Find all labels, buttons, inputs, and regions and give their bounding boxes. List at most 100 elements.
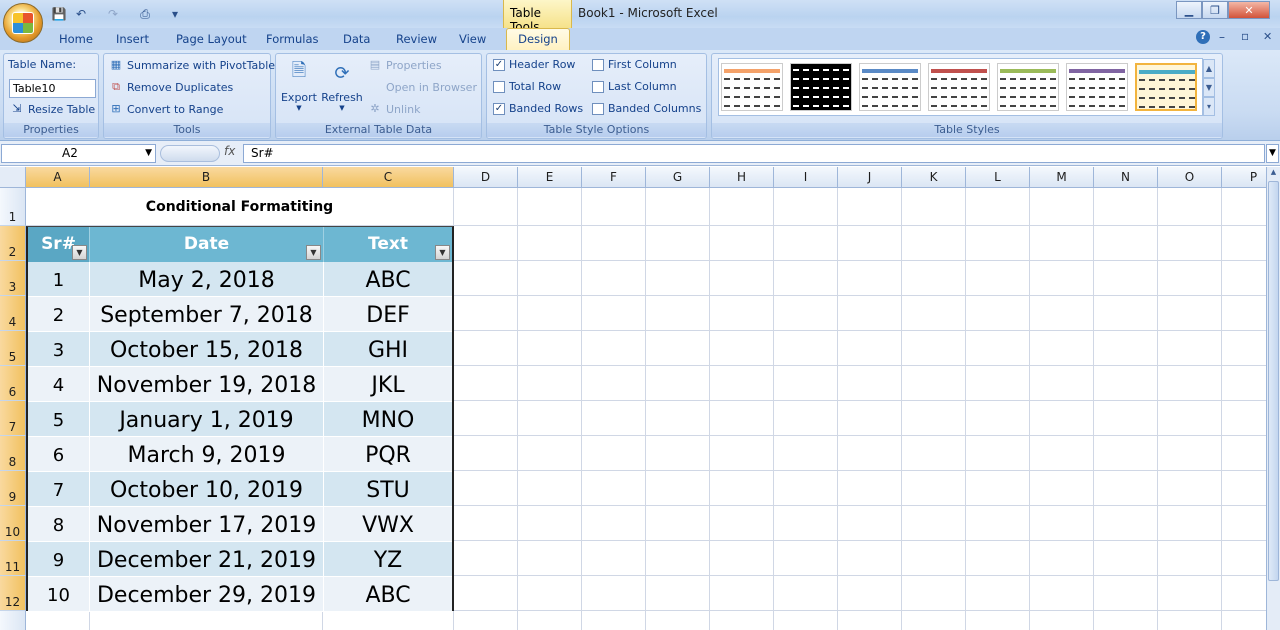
- banded-rows-checkbox[interactable]: ✓: [493, 102, 505, 115]
- last-column-checkbox[interactable]: [592, 80, 604, 93]
- header-cell-text[interactable]: Text ▼: [324, 227, 452, 262]
- ribbon-restore-button[interactable]: ▫: [1241, 29, 1249, 43]
- maximize-button[interactable]: ❐: [1202, 1, 1228, 19]
- table-cell-text[interactable]: ABC: [324, 262, 452, 297]
- row-header-13[interactable]: 13: [0, 611, 26, 630]
- formula-bar-handle[interactable]: [160, 145, 220, 162]
- save-icon[interactable]: 💾: [50, 5, 68, 23]
- table-cell-date[interactable]: October 15, 2018: [90, 332, 324, 367]
- table-cell-date[interactable]: September 7, 2018: [90, 297, 324, 332]
- row-header-5[interactable]: 5: [0, 331, 26, 366]
- table-cell-sr[interactable]: 7: [28, 472, 90, 507]
- column-header-k[interactable]: K: [902, 167, 966, 188]
- column-header-j[interactable]: J: [838, 167, 902, 188]
- tab-home[interactable]: Home: [51, 31, 101, 50]
- expand-formula-bar-icon[interactable]: ▼: [1266, 144, 1279, 163]
- convert-range-button[interactable]: ⊞ Convert to Range: [109, 102, 223, 116]
- scroll-thumb[interactable]: [1268, 181, 1279, 581]
- table-cell-date[interactable]: November 19, 2018: [90, 367, 324, 402]
- sheet-title[interactable]: Conditional Formatiting: [26, 188, 453, 225]
- minimize-button[interactable]: ▁: [1176, 1, 1202, 19]
- column-header-b[interactable]: B: [90, 167, 323, 188]
- table-name-input[interactable]: Table10: [9, 79, 96, 98]
- table-cell-sr[interactable]: 8: [28, 507, 90, 542]
- table-cell-date[interactable]: January 1, 2019: [90, 402, 324, 437]
- filter-dropdown-icon[interactable]: ▼: [72, 245, 87, 260]
- column-header-e[interactable]: E: [518, 167, 582, 188]
- table-style-swatch[interactable]: [997, 63, 1059, 111]
- total-row-option[interactable]: Total Row: [493, 80, 561, 93]
- first-column-option[interactable]: First Column: [592, 58, 677, 71]
- tab-page-layout[interactable]: Page Layout: [168, 31, 255, 50]
- table-style-swatch[interactable]: [790, 63, 852, 111]
- table-cell-date[interactable]: December 21, 2019: [90, 542, 324, 577]
- row-header-3[interactable]: 3: [0, 261, 26, 296]
- table-cell-date[interactable]: December 29, 2019: [90, 577, 324, 612]
- column-header-l[interactable]: L: [966, 167, 1030, 188]
- table-cell-sr[interactable]: 1: [28, 262, 90, 297]
- row-header-9[interactable]: 9: [0, 471, 26, 506]
- gallery-down-icon[interactable]: ▼: [1203, 78, 1215, 97]
- table-cell-date[interactable]: November 17, 2019: [90, 507, 324, 542]
- insert-function-icon[interactable]: fx: [224, 144, 235, 158]
- table-cell-text[interactable]: PQR: [324, 437, 452, 472]
- customize-qat-icon[interactable]: ▾: [166, 5, 184, 23]
- resize-table-button[interactable]: ⇲ Resize Table: [10, 102, 95, 116]
- table-cell-date[interactable]: May 2, 2018: [90, 262, 324, 297]
- row-header-2[interactable]: 2: [0, 226, 26, 261]
- column-header-d[interactable]: D: [454, 167, 518, 188]
- tab-data[interactable]: Data: [335, 31, 378, 50]
- table-style-swatch[interactable]: [1066, 63, 1128, 111]
- row-header-7[interactable]: 7: [0, 401, 26, 436]
- table-cell-sr[interactable]: 4: [28, 367, 90, 402]
- formula-input[interactable]: Sr#: [243, 144, 1265, 163]
- tab-insert[interactable]: Insert: [108, 31, 157, 50]
- banded-rows-option[interactable]: ✓ Banded Rows: [493, 102, 583, 115]
- table-cell-sr[interactable]: 9: [28, 542, 90, 577]
- table-cell-text[interactable]: YZ: [324, 542, 452, 577]
- row-header-11[interactable]: 11: [0, 541, 26, 576]
- filter-dropdown-icon[interactable]: ▼: [435, 245, 450, 260]
- first-column-checkbox[interactable]: [592, 58, 604, 71]
- table-cell-sr[interactable]: 10: [28, 577, 90, 612]
- tab-view[interactable]: View: [451, 31, 494, 50]
- table-cell-date[interactable]: March 9, 2019: [90, 437, 324, 472]
- total-row-checkbox[interactable]: [493, 80, 505, 93]
- table-cell-text[interactable]: MNO: [324, 402, 452, 437]
- unlink-button[interactable]: ✲ Unlink: [368, 102, 420, 116]
- office-button[interactable]: [3, 3, 43, 43]
- vertical-scrollbar[interactable]: ▲: [1266, 167, 1280, 630]
- refresh-button[interactable]: ⟳ Refresh ▼: [321, 58, 363, 113]
- row-header-8[interactable]: 8: [0, 436, 26, 471]
- print-preview-icon[interactable]: ⎙: [136, 5, 154, 23]
- undo-icon[interactable]: ↶: [72, 5, 90, 23]
- filter-dropdown-icon[interactable]: ▼: [306, 245, 321, 260]
- tab-design[interactable]: Design: [506, 28, 570, 51]
- header-row-option[interactable]: ✓ Header Row: [493, 58, 575, 71]
- ribbon-close-button[interactable]: ✕: [1263, 30, 1272, 43]
- row-header-1[interactable]: 1: [0, 188, 26, 226]
- help-icon[interactable]: ?: [1196, 30, 1210, 44]
- header-row-checkbox[interactable]: ✓: [493, 58, 505, 71]
- select-all-corner[interactable]: [0, 167, 26, 188]
- row-header-10[interactable]: 10: [0, 506, 26, 541]
- column-header-g[interactable]: G: [646, 167, 710, 188]
- table-cell-date[interactable]: October 10, 2019: [90, 472, 324, 507]
- column-header-m[interactable]: M: [1030, 167, 1094, 188]
- table-cell-sr[interactable]: 2: [28, 297, 90, 332]
- last-column-option[interactable]: Last Column: [592, 80, 677, 93]
- table-cell-sr[interactable]: 6: [28, 437, 90, 472]
- table-cell-text[interactable]: VWX: [324, 507, 452, 542]
- open-in-browser-button[interactable]: Open in Browser: [368, 80, 477, 94]
- gallery-up-icon[interactable]: ▲: [1203, 59, 1215, 78]
- name-box[interactable]: A2 ▼: [1, 144, 156, 163]
- table-cell-text[interactable]: JKL: [324, 367, 452, 402]
- table-style-swatch[interactable]: [928, 63, 990, 111]
- column-header-h[interactable]: H: [710, 167, 774, 188]
- column-header-i[interactable]: I: [774, 167, 838, 188]
- close-button[interactable]: ✕: [1228, 1, 1270, 19]
- ribbon-minimize-button[interactable]: –: [1219, 30, 1225, 44]
- column-header-f[interactable]: F: [582, 167, 646, 188]
- properties-button[interactable]: ▤ Properties: [368, 58, 442, 72]
- tab-formulas[interactable]: Formulas: [258, 31, 327, 50]
